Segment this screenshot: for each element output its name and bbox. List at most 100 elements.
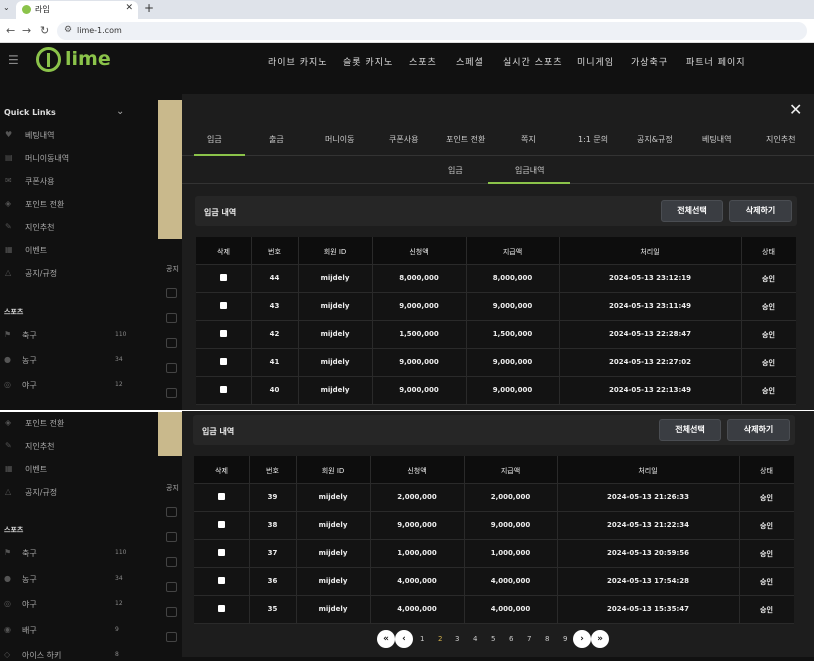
table-cell-paid: 1,500,000 [492, 330, 533, 338]
last-page-icon[interactable]: » [591, 630, 609, 648]
sidebar-item-label[interactable]: 포인트 전환 [25, 199, 64, 210]
top-nav-link[interactable]: 파트너 페이지 [686, 55, 746, 68]
sidebar-item-label[interactable]: 공지/규정 [25, 268, 57, 279]
sport-label[interactable]: 농구 [22, 574, 37, 585]
modal-tab[interactable]: 1:1 문의 [578, 134, 608, 145]
sport-label[interactable]: 배구 [22, 625, 37, 636]
sidebar-item-label[interactable]: 포인트 전환 [25, 418, 64, 429]
top-nav-link[interactable]: 라이브 카지노 [268, 55, 328, 68]
sidebar-item-label[interactable]: 지인추천 [25, 222, 54, 233]
modal-tab[interactable]: 공지&규정 [637, 134, 673, 145]
sport-label[interactable]: 아이스 하키 [22, 650, 61, 661]
sport-label[interactable]: 축구 [22, 330, 37, 341]
tab-search-menu-icon[interactable]: ⌄ [3, 3, 10, 12]
top-nav-link[interactable]: 가상축구 [631, 55, 668, 68]
delete-checkbox[interactable] [218, 605, 225, 612]
sport-count: 110 [115, 549, 127, 556]
table-cell-req: 1,500,000 [399, 330, 439, 338]
delete-checkbox[interactable] [218, 493, 225, 500]
sidebar-item-label[interactable]: 공지/규정 [25, 487, 57, 498]
table-cell-status: 승인 [762, 303, 775, 311]
select-all-button[interactable]: 전체선택 [661, 200, 723, 222]
sidebar-item-label[interactable]: 쿠폰사용 [25, 176, 54, 187]
delete-button-lower[interactable]: 삭제하기 [727, 419, 790, 441]
site-logo[interactable]: lime [65, 48, 111, 70]
delete-checkbox[interactable] [218, 549, 225, 556]
lime-logo-icon[interactable] [36, 47, 61, 72]
page-number[interactable]: 1 [420, 635, 424, 643]
previous-page-icon[interactable]: ‹ [395, 630, 413, 648]
column-header: 상태 [760, 467, 773, 475]
page-number[interactable]: 7 [527, 635, 531, 643]
sidebar-item-label[interactable]: 베팅내역 [25, 130, 54, 141]
page-number[interactable]: 4 [473, 635, 477, 643]
select-all-button-lower[interactable]: 전체선택 [659, 419, 721, 441]
site-info-icon[interactable]: ⚙ [64, 25, 72, 35]
top-nav-link[interactable]: 실시간 스포츠 [503, 55, 563, 68]
sport-label[interactable]: 농구 [22, 355, 37, 366]
delete-checkbox[interactable] [220, 358, 227, 365]
top-nav-link[interactable]: 스페셜 [456, 55, 484, 68]
row-divider [196, 348, 796, 349]
tab-close-icon[interactable]: ✕ [125, 3, 133, 13]
sport-label[interactable]: 축구 [22, 548, 37, 559]
sidebar-item-label[interactable]: 이벤트 [25, 464, 47, 475]
address-bar[interactable]: ⚙ lime-1.com [57, 22, 807, 40]
forward-arrow-icon[interactable]: → [22, 24, 31, 37]
top-nav-link[interactable]: 미니게임 [577, 55, 614, 68]
chevron-down-icon[interactable]: ⌄ [116, 106, 124, 117]
modal-tab[interactable]: 출금 [269, 134, 284, 145]
back-arrow-icon[interactable]: ← [6, 24, 15, 37]
delete-checkbox[interactable] [220, 330, 227, 337]
delete-checkbox[interactable] [218, 521, 225, 528]
row-divider [194, 539, 794, 540]
sidebar-item-label[interactable]: 지인추천 [25, 441, 54, 452]
quick-links-heading: Quick Links [4, 108, 56, 117]
modal-subtab[interactable]: 입금내역 [515, 165, 544, 176]
page-number[interactable]: 5 [491, 635, 495, 643]
sidebar-item-icon: ✎ [5, 441, 12, 450]
delete-checkbox[interactable] [220, 274, 227, 281]
modal-tab[interactable]: 쿠폰사용 [389, 134, 418, 145]
top-nav-link[interactable]: 슬롯 카지노 [343, 55, 393, 68]
delete-checkbox[interactable] [220, 386, 227, 393]
modal-tab[interactable]: 베팅내역 [702, 134, 731, 145]
calendar-icon [166, 557, 177, 567]
delete-checkbox[interactable] [220, 302, 227, 309]
modal-subtab[interactable]: 입금 [448, 165, 463, 176]
calendar-icon [166, 388, 177, 398]
page-number[interactable]: 3 [455, 635, 459, 643]
modal-tab[interactable]: 쪽지 [521, 134, 536, 145]
first-page-icon[interactable]: « [377, 630, 395, 648]
delete-checkbox[interactable] [218, 577, 225, 584]
delete-button[interactable]: 삭제하기 [729, 200, 792, 222]
next-page-icon[interactable]: › [573, 630, 591, 648]
sport-icon: ◇ [4, 650, 11, 659]
page-number[interactable]: 6 [509, 635, 513, 643]
sports-heading-lower: 스포츠 [4, 526, 24, 534]
top-nav-link[interactable]: 스포츠 [409, 55, 437, 68]
table-cell-req: 9,000,000 [399, 358, 439, 366]
sidebar-item-label[interactable]: 이벤트 [25, 245, 47, 256]
modal-tab[interactable]: 포인트 전환 [446, 134, 485, 145]
table-cell-id: mijdely [320, 302, 350, 310]
reload-icon[interactable]: ↻ [40, 24, 49, 37]
browser-tab[interactable]: 라임 ✕ [16, 1, 138, 19]
modal-tab[interactable]: 머니이동 [325, 134, 354, 145]
sport-label[interactable]: 야구 [22, 380, 37, 391]
row-divider [194, 483, 794, 484]
page-number[interactable]: 9 [563, 635, 567, 643]
browser-nav-bar: ← → ↻ ⚙ lime-1.com [0, 19, 814, 43]
new-tab-button[interactable]: + [144, 1, 154, 15]
modal-tab[interactable]: 입금 [207, 134, 222, 145]
table-cell-status: 승인 [760, 606, 773, 614]
table-cell-no: 43 [269, 302, 280, 310]
sport-label[interactable]: 야구 [22, 599, 37, 610]
modal-tab[interactable]: 지인추천 [766, 134, 795, 145]
page-number[interactable]: 2 [438, 635, 442, 643]
sidebar-item-label[interactable]: 머니이동내역 [25, 153, 69, 164]
page-number[interactable]: 8 [545, 635, 549, 643]
close-icon[interactable]: ✕ [789, 100, 802, 119]
row-divider [194, 567, 794, 568]
hamburger-menu-icon[interactable]: ☰ [8, 53, 19, 67]
